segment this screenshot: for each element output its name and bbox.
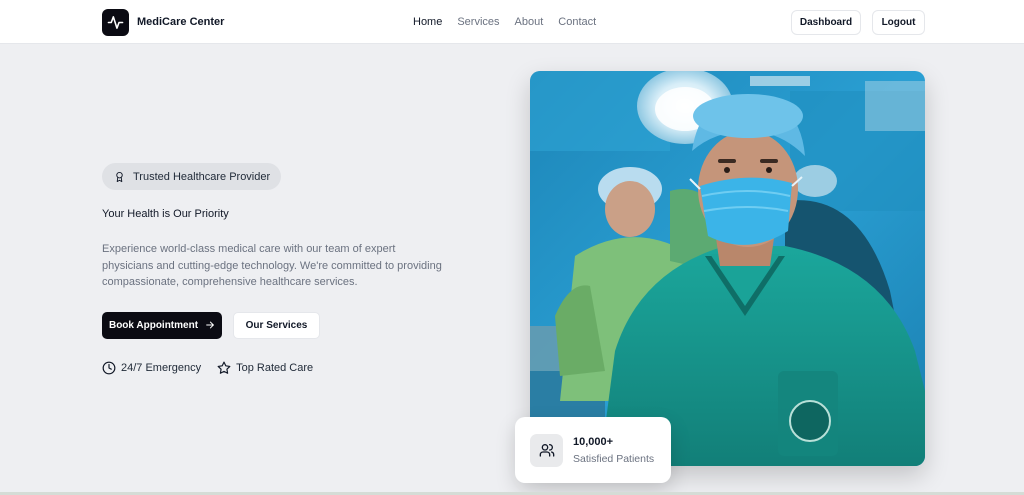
feature-top-rated: Top Rated Care (217, 361, 313, 375)
badge-label: Trusted Healthcare Provider (133, 170, 271, 183)
hero-content: Trusted Healthcare Provider Your Health … (102, 163, 462, 375)
brand[interactable]: MediCare Center (102, 8, 224, 36)
activity-pulse-icon (102, 8, 129, 36)
dashboard-button[interactable]: Dashboard (791, 10, 861, 35)
brand-name: MediCare Center (137, 16, 225, 28)
stat-text: 10,000+ Satisfied Patients (573, 436, 654, 465)
our-services-button[interactable]: Our Services (233, 311, 320, 339)
nav-link-services[interactable]: Services (457, 16, 499, 28)
hero-description: Experience world-class medical care with… (102, 243, 442, 288)
star-icon (217, 361, 231, 374)
surgeon-photo (530, 71, 925, 466)
feature-emergency: 24/7 Emergency (102, 361, 201, 375)
cta-row: Book Appointment Our Services (102, 311, 462, 339)
feature-label: Top Rated Care (236, 361, 314, 374)
nav-link-home[interactable]: Home (413, 16, 442, 28)
arrow-right-icon (206, 321, 214, 329)
feature-list: 24/7 Emergency Top Rated Care (102, 361, 462, 375)
award-icon (116, 171, 123, 182)
nav-links: Home Services About Contact (413, 16, 596, 28)
book-appointment-label: Book Appointment (108, 319, 199, 331)
stat-value: 10,000+ (573, 435, 614, 448)
users-icon (530, 433, 563, 467)
top-navbar: MediCare Center Home Services About Cont… (0, 0, 1024, 44)
feature-label: 24/7 Emergency (121, 361, 202, 374)
nav-link-about[interactable]: About (515, 16, 544, 28)
hero-tagline: Your Health is Our Priority (102, 208, 229, 220)
book-appointment-button[interactable]: Book Appointment (102, 311, 222, 339)
logout-button[interactable]: Logout (872, 10, 925, 35)
stat-label: Satisfied Patients (573, 452, 655, 465)
trusted-badge: Trusted Healthcare Provider (102, 163, 282, 190)
clock-icon (102, 361, 116, 374)
nav-link-contact[interactable]: Contact (558, 16, 596, 28)
satisfied-patients-card: 10,000+ Satisfied Patients (515, 417, 671, 483)
